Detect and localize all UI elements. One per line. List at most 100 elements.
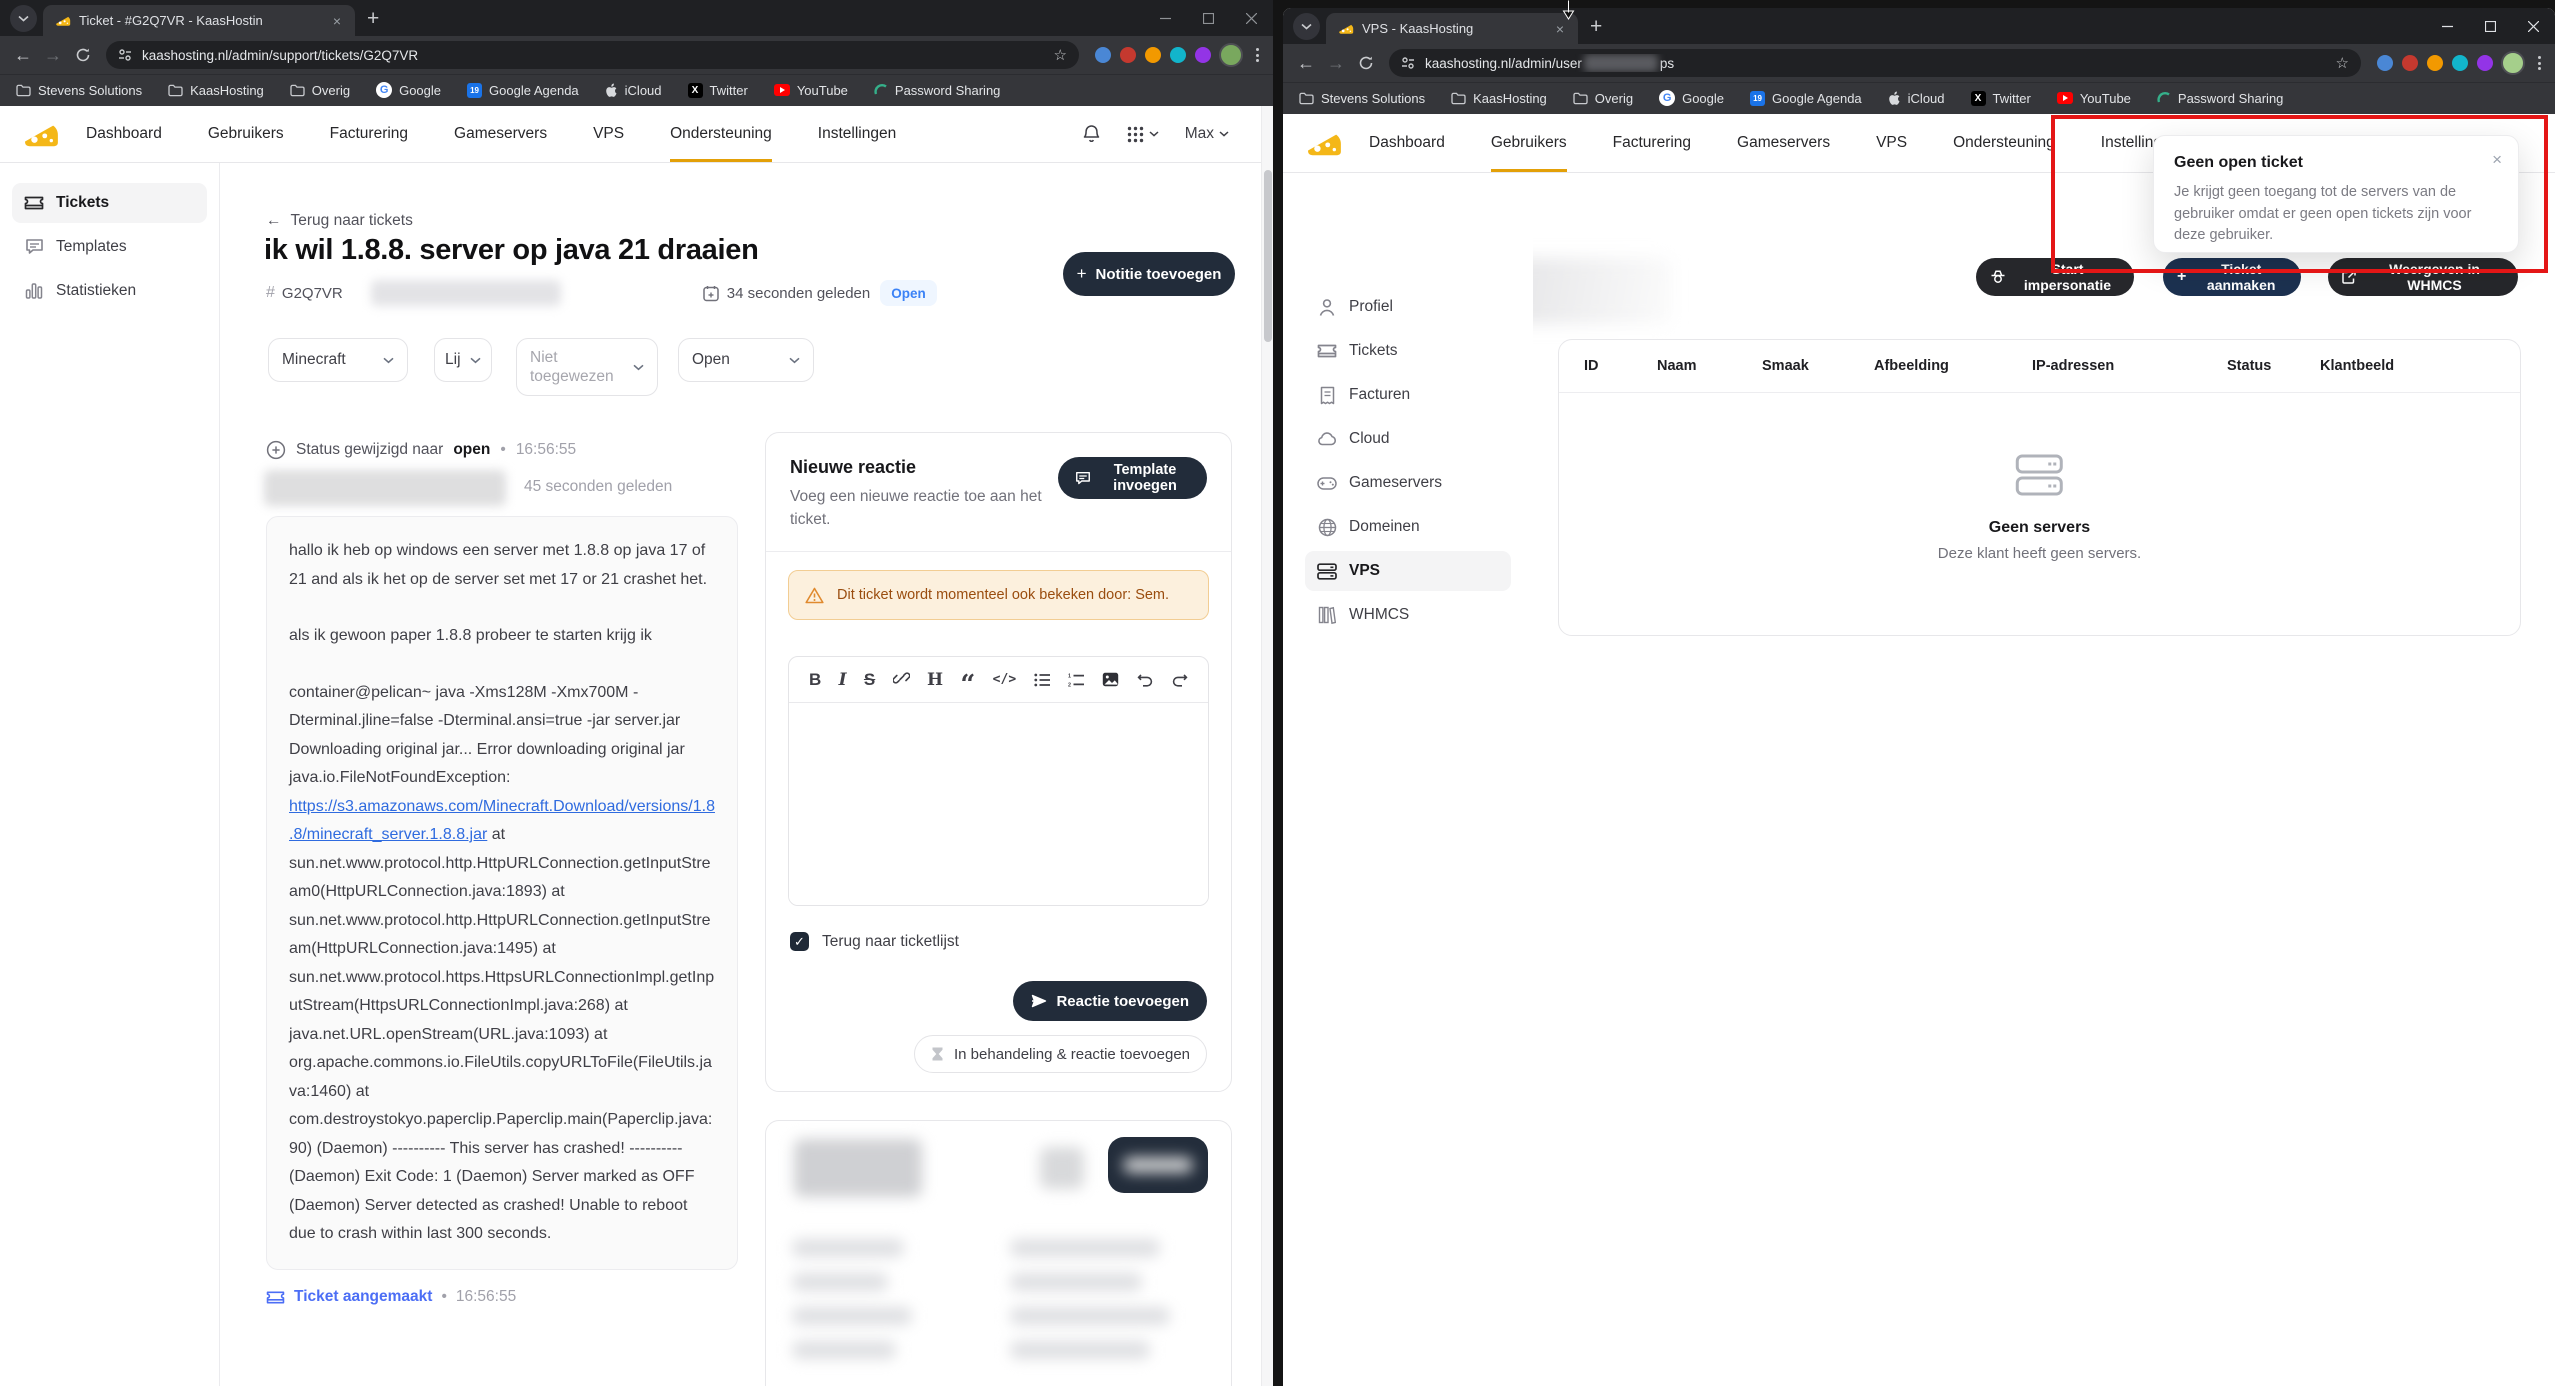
maximize-icon[interactable] — [2469, 8, 2512, 44]
bullet-list-icon[interactable] — [1034, 673, 1051, 687]
notifications-bell-icon[interactable] — [1082, 124, 1101, 144]
nav-ondersteuning[interactable]: Ondersteuning — [670, 106, 772, 162]
scrollbar-thumb[interactable] — [1264, 170, 1272, 342]
apps-grid-button[interactable] — [1127, 126, 1159, 143]
bookmark-twitter[interactable]: XTwitter — [1971, 91, 2031, 106]
browser-menu-icon[interactable] — [2531, 56, 2547, 70]
nav-dashboard[interactable]: Dashboard — [1369, 114, 1445, 172]
nav-facturering[interactable]: Facturering — [330, 106, 408, 162]
profile-avatar[interactable] — [2501, 51, 2525, 75]
italic-icon[interactable]: I — [839, 670, 847, 690]
tab-search-button[interactable] — [10, 5, 37, 32]
image-icon[interactable] — [1102, 672, 1119, 687]
sidebar-item-cloud[interactable]: Cloud — [1305, 419, 1511, 459]
bookmark-icloud[interactable]: iCloud — [1888, 91, 1945, 106]
extension-icon[interactable] — [2377, 55, 2393, 71]
kaashosting-logo[interactable] — [1305, 128, 1343, 158]
code-icon[interactable]: </> — [993, 672, 1016, 687]
sidebar-item-profiel[interactable]: Profiel — [1305, 287, 1511, 327]
bookmark-google-agenda[interactable]: 19Google Agenda — [467, 83, 579, 98]
extension-icon[interactable] — [1095, 47, 1111, 63]
reload-icon[interactable] — [68, 40, 98, 70]
kaashosting-logo[interactable] — [22, 119, 60, 149]
bookmark-folder[interactable]: Overig — [1573, 91, 1633, 106]
bookmark-folder[interactable]: KaasHosting — [1451, 91, 1547, 106]
back-icon[interactable]: ← — [1291, 48, 1321, 78]
open-in-whmcs-button[interactable]: Weergeven in WHMCS — [2328, 258, 2518, 296]
bold-icon[interactable]: B — [809, 670, 821, 690]
close-icon[interactable]: × — [1554, 21, 1566, 37]
site-info-icon[interactable] — [118, 48, 132, 62]
ordered-list-icon[interactable]: 12 — [1068, 673, 1085, 687]
close-icon[interactable]: × — [2492, 150, 2502, 170]
bookmark-password-sharing[interactable]: Password Sharing — [2157, 91, 2284, 106]
quote-icon[interactable]: “ — [960, 670, 975, 690]
extension-icon[interactable] — [1195, 47, 1211, 63]
extension-icon[interactable] — [2402, 55, 2418, 71]
close-window-icon[interactable] — [2512, 8, 2555, 44]
url-bar[interactable]: kaashosting.nl/admin/userps ☆ — [1389, 49, 2361, 77]
close-icon[interactable]: × — [331, 13, 343, 29]
add-note-button[interactable]: + Notitie toevoegen — [1063, 252, 1235, 296]
minimize-icon[interactable] — [1144, 0, 1187, 36]
undo-icon[interactable] — [1137, 672, 1154, 687]
sidebar-item-templates[interactable]: Templates — [12, 227, 207, 267]
nav-facturering[interactable]: Facturering — [1613, 114, 1691, 172]
sidebar-item-domeinen[interactable]: Domeinen — [1305, 507, 1511, 547]
sidebar-item-statistieken[interactable]: Statistieken — [12, 271, 207, 311]
bookmark-folder[interactable]: Stevens Solutions — [16, 83, 142, 98]
extension-icon[interactable] — [1120, 47, 1136, 63]
nav-ondersteuning[interactable]: Ondersteuning — [1953, 114, 2055, 172]
insert-template-button[interactable]: Template invoegen — [1058, 457, 1207, 499]
bookmark-youtube[interactable]: YouTube — [2057, 91, 2131, 106]
extension-icon[interactable] — [1170, 47, 1186, 63]
browser-tab[interactable]: VPS - KaasHosting × — [1326, 13, 1578, 44]
redacted-dark-button[interactable] — [1108, 1137, 1208, 1193]
heading-icon[interactable]: H — [927, 670, 943, 690]
page-scrollbar[interactable] — [1261, 106, 1273, 1386]
filter-client-dropdown[interactable]: Lij — [434, 338, 492, 382]
pending-reply-button[interactable]: In behandeling & reactie toevoegen — [914, 1035, 1207, 1073]
sidebar-item-gameservers[interactable]: Gameservers — [1305, 463, 1511, 503]
return-checkbox[interactable]: ✓ — [790, 932, 809, 951]
nav-gameservers[interactable]: Gameservers — [454, 106, 547, 162]
close-window-icon[interactable] — [1230, 0, 1273, 36]
nav-dashboard[interactable]: Dashboard — [86, 106, 162, 162]
bookmark-google[interactable]: GGoogle — [376, 82, 441, 98]
maximize-icon[interactable] — [1187, 0, 1230, 36]
bookmark-folder[interactable]: Stevens Solutions — [1299, 91, 1425, 106]
back-icon[interactable]: ← — [8, 40, 38, 70]
start-impersonation-button[interactable]: Start impersonatie — [1976, 258, 2134, 296]
sidebar-item-vps[interactable]: VPS — [1305, 551, 1511, 591]
nav-gebruikers[interactable]: Gebruikers — [1491, 114, 1567, 172]
bookmark-star-icon[interactable]: ☆ — [2336, 54, 2349, 72]
url-bar[interactable]: kaashosting.nl/admin/support/tickets/G2Q… — [106, 41, 1079, 69]
bookmark-google-agenda[interactable]: 19Google Agenda — [1750, 91, 1862, 106]
bookmark-icloud[interactable]: iCloud — [605, 83, 662, 98]
filter-assignee-dropdown[interactable]: Niet toegewezen — [516, 338, 658, 396]
browser-menu-icon[interactable] — [1249, 48, 1265, 62]
create-ticket-button[interactable]: + Ticket aanmaken — [2163, 258, 2301, 296]
extension-icon[interactable] — [2452, 55, 2468, 71]
nav-vps[interactable]: VPS — [593, 106, 624, 162]
reply-textarea[interactable] — [789, 703, 1208, 905]
bookmark-folder[interactable]: KaasHosting — [168, 83, 264, 98]
link-icon[interactable] — [893, 671, 910, 688]
user-menu[interactable]: Max — [1185, 125, 1229, 143]
profile-avatar[interactable] — [1219, 43, 1243, 67]
browser-tab[interactable]: Ticket - #G2Q7VR - KaasHostin × — [43, 5, 355, 36]
extension-icon[interactable] — [1145, 47, 1161, 63]
minimize-icon[interactable] — [2426, 8, 2469, 44]
bookmark-password-sharing[interactable]: Password Sharing — [874, 83, 1001, 98]
tab-search-button[interactable] — [1293, 13, 1320, 40]
bookmark-twitter[interactable]: XTwitter — [688, 83, 748, 98]
submit-reply-button[interactable]: Reactie toevoegen — [1013, 981, 1207, 1021]
nav-gebruikers[interactable]: Gebruikers — [208, 106, 284, 162]
new-tab-button[interactable]: + — [367, 8, 379, 29]
filter-status-dropdown[interactable]: Open — [678, 338, 814, 382]
site-info-icon[interactable] — [1401, 56, 1415, 70]
bookmark-google[interactable]: GGoogle — [1659, 90, 1724, 106]
bookmark-folder[interactable]: Overig — [290, 83, 350, 98]
bookmark-youtube[interactable]: YouTube — [774, 83, 848, 98]
reload-icon[interactable] — [1351, 48, 1381, 78]
